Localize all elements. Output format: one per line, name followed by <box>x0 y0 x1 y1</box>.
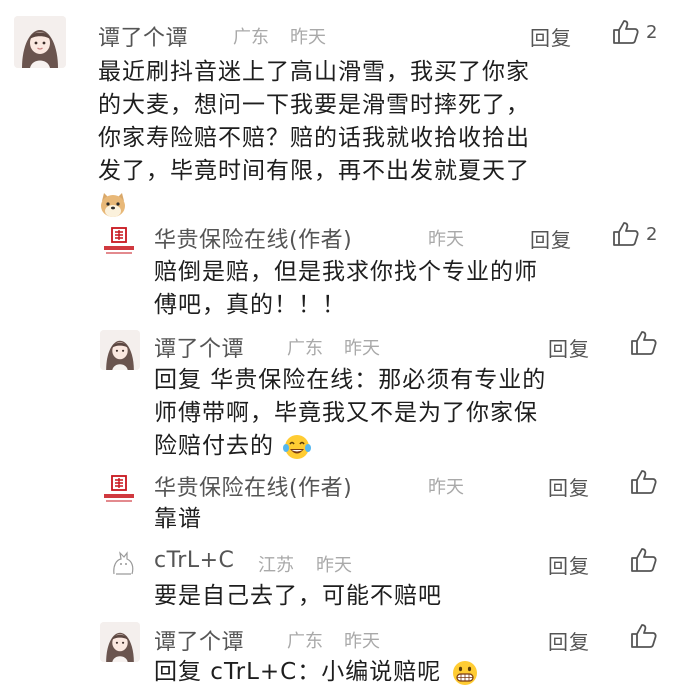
thumbs-up-icon <box>613 20 639 44</box>
timestamp: 昨天 <box>428 477 464 498</box>
avatar[interactable] <box>100 622 140 662</box>
avatar[interactable] <box>100 226 138 256</box>
like-button[interactable] <box>630 623 658 649</box>
cat-sketch-icon <box>113 551 134 575</box>
avatar[interactable] <box>14 16 66 68</box>
location: 广东 <box>233 27 269 48</box>
reply-button[interactable]: 回复 <box>548 626 590 655</box>
comment-body: 最近刷抖音迷上了高山滑雪，我买了你家 的大麦，想问一下我要是滑雪时摔死了， 你家… <box>98 56 530 222</box>
like-button[interactable]: 2 <box>612 221 657 247</box>
reply-button[interactable]: 回复 <box>548 550 590 579</box>
comment-line: 你家寿险赔不赔？赔的话我就收拾收拾出 <box>98 125 530 151</box>
comment-line: 靠谱 <box>154 506 202 532</box>
reply-button[interactable]: 回复 <box>530 224 572 253</box>
like-button[interactable] <box>630 547 658 573</box>
comment-line: 傅吧，真的！！！ <box>154 292 346 318</box>
like-button[interactable] <box>630 469 658 495</box>
avatar-girl-icon <box>100 330 140 370</box>
comment-line: 险赔付去的 <box>154 430 546 463</box>
reply-button[interactable]: 回复 <box>530 22 572 51</box>
avatar-girl-icon <box>100 622 140 662</box>
comment-body: 赔倒是赔，但是我求你找个专业的师 傅吧，真的！！！ <box>154 256 538 322</box>
username[interactable]: 华贵保险在线(作者) <box>154 470 352 502</box>
thumbs-up-icon <box>631 548 657 572</box>
thumbs-up-icon <box>631 624 657 648</box>
emoji-row <box>98 188 530 222</box>
reply-button[interactable]: 回复 <box>548 472 590 501</box>
comment-line: 最近刷抖音迷上了高山滑雪，我买了你家 <box>98 59 530 85</box>
comment-line: 回复 华贵保险在线：那必须有专业的 <box>154 367 547 393</box>
timestamp: 昨天 <box>344 631 380 652</box>
timestamp: 昨天 <box>290 27 326 48</box>
like-count: 2 <box>646 21 658 43</box>
comment-line-text: 险赔付去的 <box>154 433 274 459</box>
username[interactable]: 谭了个谭 <box>154 624 244 656</box>
comment-body: 要是自己去了，可能不赔吧 <box>154 580 442 613</box>
comment-line: 要是自己去了，可能不赔吧 <box>154 583 442 609</box>
huagui-logo-icon <box>104 227 134 254</box>
doge-emoji-icon <box>101 192 125 217</box>
comment-line: 赔倒是赔，但是我求你找个专业的师 <box>154 259 538 285</box>
comment-line: 师傅带啊，毕竟我又不是为了你家保 <box>154 400 538 426</box>
username[interactable]: 华贵保险在线(作者) <box>154 222 352 254</box>
username[interactable]: cTrL+C <box>154 548 234 573</box>
timestamp: 昨天 <box>316 555 352 576</box>
like-button[interactable] <box>630 330 658 356</box>
avatar[interactable] <box>108 548 138 578</box>
laughing-tears-emoji-icon <box>283 434 312 459</box>
comment-line: 发了，毕竟时间有限，再不出发就夏天了 <box>98 158 530 184</box>
like-button[interactable]: 2 <box>612 19 657 45</box>
avatar[interactable] <box>100 474 138 504</box>
location: 广东 <box>287 338 323 359</box>
comment-body: 回复 cTrL+C：小编说赔呢 <box>154 656 480 689</box>
location: 江苏 <box>258 555 294 576</box>
thumbs-up-icon <box>631 331 657 355</box>
thumbs-up-icon <box>613 222 639 246</box>
username[interactable]: 谭了个谭 <box>154 331 244 363</box>
grinning-emoji-icon <box>452 660 477 685</box>
comment-body: 靠谱 <box>154 503 202 536</box>
thumbs-up-icon <box>631 470 657 494</box>
location: 广东 <box>287 631 323 652</box>
like-count: 2 <box>646 223 658 245</box>
avatar[interactable] <box>100 330 140 370</box>
reply-button[interactable]: 回复 <box>548 333 590 362</box>
avatar-girl-icon <box>14 16 66 68</box>
timestamp: 昨天 <box>428 229 464 250</box>
timestamp: 昨天 <box>344 338 380 359</box>
huagui-logo-icon <box>104 475 134 502</box>
comment-line-text: 回复 cTrL+C：小编说赔呢 <box>154 659 442 685</box>
username[interactable]: 谭了个谭 <box>98 20 188 52</box>
comment-line: 回复 cTrL+C：小编说赔呢 <box>154 656 480 689</box>
comment-body: 回复 华贵保险在线：那必须有专业的 师傅带啊，毕竟我又不是为了你家保 险赔付去的 <box>154 364 546 463</box>
comment-line: 的大麦，想问一下我要是滑雪时摔死了， <box>98 92 530 118</box>
